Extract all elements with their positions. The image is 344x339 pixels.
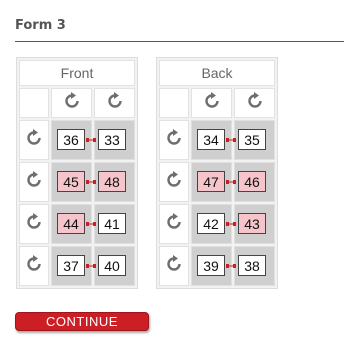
page-number-field[interactable]: 39 (197, 255, 225, 276)
rotate-clockwise-icon (164, 254, 184, 278)
front-panel: Front 36 33 45 48 44 41 37 40 (16, 57, 138, 289)
link-connector-icon (226, 264, 236, 268)
rotate-row-1-button[interactable] (159, 120, 189, 160)
rotate-clockwise-icon (62, 91, 82, 115)
rotate-clockwise-icon (164, 170, 184, 194)
page-number-field[interactable]: 33 (98, 129, 126, 150)
page-number-field[interactable]: 35 (238, 129, 266, 150)
rotate-row-2-button[interactable] (19, 162, 49, 202)
page-number-field[interactable]: 43 (238, 213, 266, 234)
link-connector-icon (226, 138, 236, 142)
continue-button[interactable]: CONTINUE (15, 312, 149, 331)
rotate-clockwise-icon (24, 128, 44, 152)
rotate-column-1-button[interactable] (51, 88, 92, 118)
rotate-clockwise-icon (24, 254, 44, 278)
link-connector-icon (86, 180, 96, 184)
rotate-row-2-button[interactable] (159, 162, 189, 202)
page-number-field[interactable]: 37 (57, 255, 85, 276)
page-number-field[interactable]: 47 (197, 171, 225, 192)
front-panel-header: Front (19, 60, 135, 86)
rotate-clockwise-icon (164, 212, 184, 236)
page-number-field[interactable]: 46 (238, 171, 266, 192)
page-number-field[interactable]: 44 (57, 213, 85, 234)
rotate-clockwise-icon (24, 170, 44, 194)
rotate-row-4-button[interactable] (19, 246, 49, 286)
page-number-field[interactable]: 45 (57, 171, 85, 192)
link-connector-icon (86, 138, 96, 142)
rotate-column-2-button[interactable] (234, 88, 275, 118)
link-connector-icon (226, 222, 236, 226)
link-connector-icon (86, 264, 96, 268)
rotate-row-1-button[interactable] (19, 120, 49, 160)
rotate-clockwise-icon (202, 91, 222, 115)
form-title: Form 3 (15, 18, 66, 33)
page-number-field[interactable]: 40 (98, 255, 126, 276)
link-connector-icon (226, 180, 236, 184)
rotate-row-4-button[interactable] (159, 246, 189, 286)
page-number-field[interactable]: 38 (238, 255, 266, 276)
back-panel-header: Back (159, 60, 275, 86)
corner-cell (19, 88, 49, 118)
rotate-column-2-button[interactable] (94, 88, 135, 118)
rotate-clockwise-icon (24, 212, 44, 236)
rotate-row-3-button[interactable] (19, 204, 49, 244)
title-divider (15, 41, 344, 42)
rotate-clockwise-icon (245, 91, 265, 115)
back-panel: Back 34 35 47 46 42 43 39 38 (156, 57, 278, 289)
page-number-field[interactable]: 42 (197, 213, 225, 234)
rotate-column-1-button[interactable] (191, 88, 232, 118)
rotate-clockwise-icon (105, 91, 125, 115)
corner-cell (159, 88, 189, 118)
rotate-clockwise-icon (164, 128, 184, 152)
rotate-row-3-button[interactable] (159, 204, 189, 244)
page-number-field[interactable]: 48 (98, 171, 126, 192)
link-connector-icon (86, 222, 96, 226)
page-number-field[interactable]: 41 (98, 213, 126, 234)
page-number-field[interactable]: 36 (57, 129, 85, 150)
page-number-field[interactable]: 34 (197, 129, 225, 150)
